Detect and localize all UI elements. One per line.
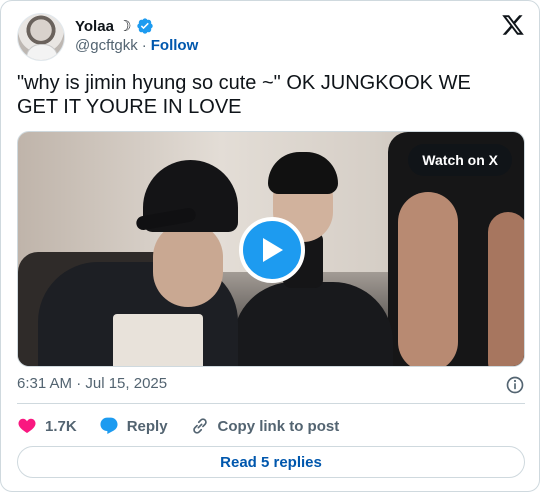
follow-button[interactable]: Follow <box>151 37 199 54</box>
person-left-head <box>153 222 223 307</box>
shirt-print <box>113 314 203 366</box>
video-thumbnail[interactable]: Watch on X <box>17 131 525 367</box>
watch-on-x-button[interactable]: Watch on X <box>408 144 512 176</box>
separator-dot: · <box>141 37 147 54</box>
link-icon <box>192 418 207 434</box>
tweet-header: Yolaa ☽ @gcftgkk · Follow <box>17 13 525 61</box>
person-right-arm <box>398 192 458 366</box>
read-replies-button[interactable]: Read 5 replies <box>17 446 525 478</box>
person-middle-body <box>233 282 393 366</box>
handle-row: @gcftgkk · Follow <box>75 37 198 54</box>
copy-link-button[interactable]: Copy link to post <box>190 416 340 436</box>
reply-button[interactable]: Reply <box>99 416 168 436</box>
tweet-text: "why is jimin hyung so cute ~" OK JUNGKO… <box>17 72 471 118</box>
play-button[interactable] <box>239 217 305 283</box>
timestamp-row: 6:31 AM · Jul 15, 2025 <box>17 375 525 395</box>
avatar[interactable] <box>17 13 65 61</box>
author-name-row: Yolaa ☽ <box>75 17 154 35</box>
action-bar: 1.7K Reply Copy link to post <box>17 415 339 437</box>
verified-badge-icon <box>136 18 153 34</box>
play-icon <box>263 238 283 262</box>
like-button[interactable]: 1.7K <box>17 416 77 436</box>
info-icon[interactable] <box>505 375 525 395</box>
like-count: 1.7K <box>45 417 77 435</box>
tweet-embed-card: Yolaa ☽ @gcftgkk · Follow "why is jimin … <box>0 0 540 492</box>
reply-bubble-icon <box>100 417 118 435</box>
heart-icon <box>18 418 36 434</box>
x-logo-icon[interactable] <box>501 13 525 37</box>
reply-label: Reply <box>126 417 168 435</box>
tweet-timestamp[interactable]: 6:31 AM · Jul 15, 2025 <box>17 375 167 392</box>
author-name[interactable]: Yolaa ☽ <box>75 17 132 35</box>
copy-link-label: Copy link to post <box>217 417 340 435</box>
person-right-arm <box>488 212 524 366</box>
author-handle[interactable]: @gcftgkk <box>75 37 138 54</box>
divider <box>17 403 525 404</box>
